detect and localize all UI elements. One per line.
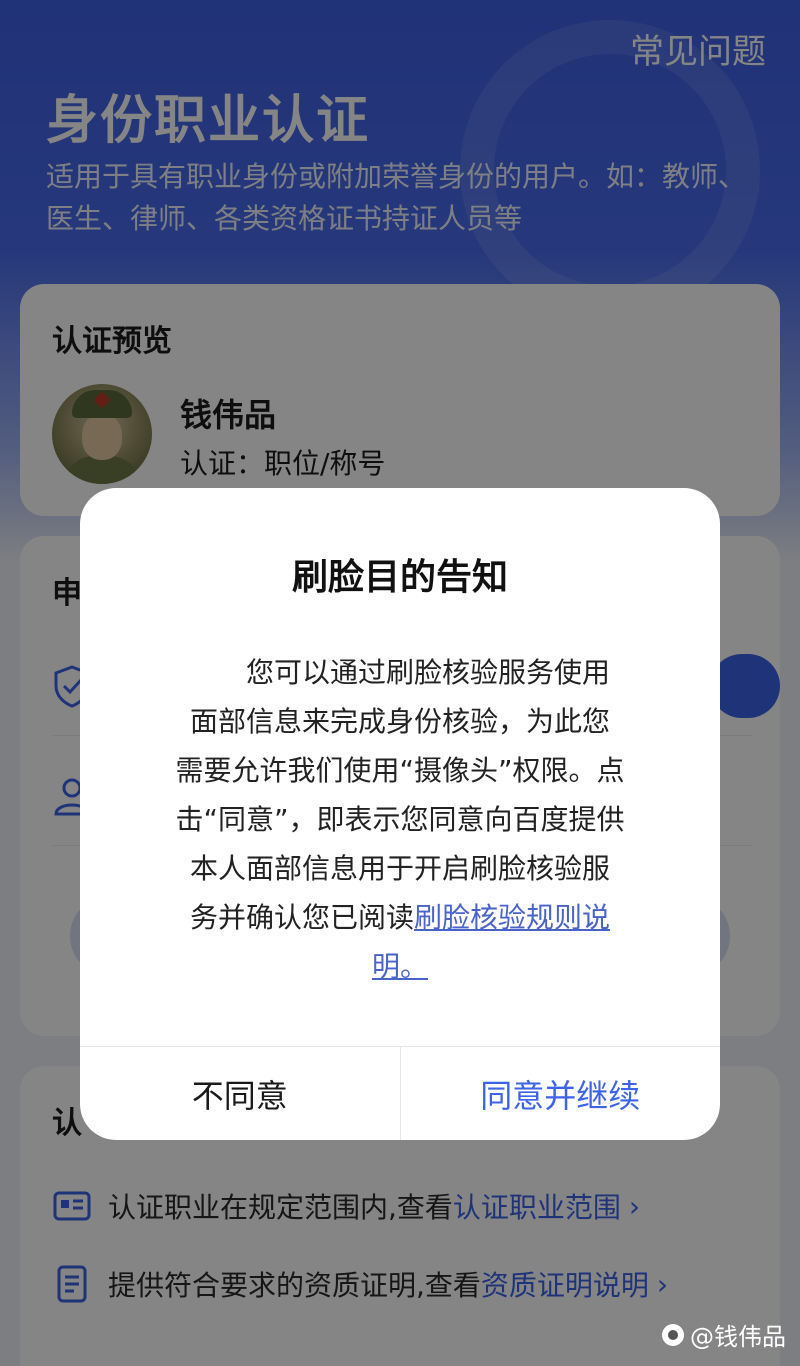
dialog-line-1: 您可以通过刷脸核验服务使用	[245, 656, 610, 689]
face-rules-link-end[interactable]: 明。	[372, 950, 428, 983]
face-verification-dialog: 刷脸目的告知 您可以通过刷脸核验服务使用 面部信息来完成身份核验，为此您 需要允…	[80, 488, 720, 1140]
dialog-body: 您可以通过刷脸核验服务使用 面部信息来完成身份核验，为此您 需要允许我们使用“摄…	[156, 648, 644, 991]
dialog-line-7: 明。	[156, 942, 644, 991]
dialog-line-3: 需要允许我们使用“摄像头”权限。点	[175, 754, 625, 787]
dialog-line-2: 面部信息来完成身份核验，为此您	[189, 705, 610, 738]
dialog-line-4: 击“同意”，即表示您同意向百度提供	[175, 803, 625, 836]
watermark-text: @钱伟品	[690, 1323, 786, 1351]
watermark-logo-icon	[662, 1323, 684, 1346]
dialog-line-6-text: 务并确认您已阅读	[189, 901, 414, 934]
dialog-footer: 不同意 同意并继续	[80, 1046, 720, 1140]
dialog-line-5: 本人面部信息用于开启刷脸核验服	[189, 852, 610, 885]
face-rules-link[interactable]: 刷脸核验规则说	[414, 901, 610, 934]
watermark: @钱伟品	[662, 1317, 786, 1352]
dialog-line-6: 务并确认您已阅读刷脸核验规则说	[156, 893, 644, 942]
disagree-button[interactable]: 不同意	[80, 1047, 401, 1140]
dialog-title: 刷脸目的告知	[291, 557, 508, 598]
agree-continue-button[interactable]: 同意并继续	[401, 1047, 721, 1140]
